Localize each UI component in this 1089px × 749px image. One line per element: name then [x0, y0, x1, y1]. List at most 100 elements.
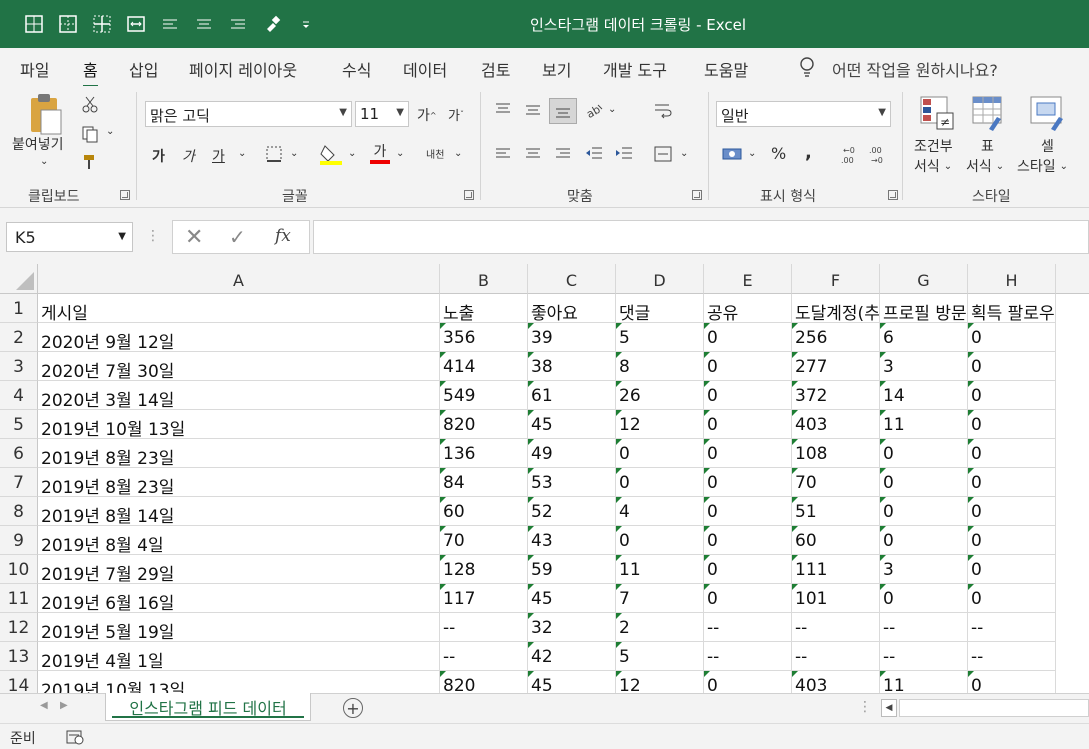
table-cell[interactable]: 2020년 7월 30일	[38, 352, 440, 381]
select-all-button[interactable]	[0, 264, 38, 294]
increase-indent-icon[interactable]	[613, 144, 635, 164]
table-cell[interactable]: 0	[968, 584, 1056, 613]
fill-color-icon[interactable]	[318, 142, 344, 166]
table-cell[interactable]: --	[880, 642, 968, 671]
comma-style-button[interactable]: ,	[805, 142, 812, 163]
copy-icon[interactable]	[80, 124, 100, 144]
table-cell[interactable]: 2	[616, 613, 704, 642]
chevron-down-icon[interactable]: ⌄	[238, 148, 246, 159]
table-cell[interactable]: 60	[792, 526, 880, 555]
table-cell[interactable]: 0	[704, 381, 792, 410]
table-cell[interactable]: 0	[616, 439, 704, 468]
table-cell[interactable]: 2019년 8월 14일	[38, 497, 440, 526]
border-icon[interactable]	[264, 144, 284, 164]
chevron-down-icon[interactable]: ⌄	[680, 148, 688, 159]
row-header[interactable]: 8	[0, 497, 38, 526]
conditional-formatting-label-1[interactable]: 조건부	[914, 136, 953, 156]
table-cell[interactable]: 49	[528, 439, 616, 468]
bottom-align-icon[interactable]	[549, 98, 577, 124]
middle-align-icon[interactable]	[523, 100, 543, 120]
table-cell[interactable]: --	[792, 613, 880, 642]
table-cell[interactable]: --	[440, 642, 528, 671]
align-center-icon[interactable]	[523, 144, 543, 164]
table-cell[interactable]: 12	[616, 410, 704, 439]
row-header[interactable]: 2	[0, 323, 38, 352]
table-cell[interactable]: 372	[792, 381, 880, 410]
table-cell[interactable]: 0	[968, 439, 1056, 468]
format-as-table-label-1[interactable]: 표	[981, 136, 994, 156]
table-cell[interactable]: 5	[616, 323, 704, 352]
tab-help[interactable]: 도움말	[704, 57, 748, 81]
formula-input[interactable]	[313, 220, 1089, 254]
table-cell[interactable]: 43	[528, 526, 616, 555]
table-cell[interactable]: 70	[440, 526, 528, 555]
table-cell[interactable]: 2019년 6월 16일	[38, 584, 440, 613]
column-header[interactable]: H	[968, 264, 1056, 294]
table-cell[interactable]: 111	[792, 555, 880, 584]
column-header[interactable]: C	[528, 264, 616, 294]
cell-styles-icon[interactable]	[1028, 94, 1068, 132]
tab-page-layout[interactable]: 페이지 레이아웃	[189, 57, 297, 81]
accounting-format-icon[interactable]	[720, 144, 744, 164]
table-cell[interactable]: 0	[704, 323, 792, 352]
row-header[interactable]: 5	[0, 410, 38, 439]
table-cell[interactable]: 0	[704, 352, 792, 381]
header-cell[interactable]: 노출	[440, 294, 528, 323]
align-left-icon[interactable]	[493, 144, 513, 164]
increase-decimal-icon[interactable]: ←0.00	[838, 144, 862, 166]
table-cell[interactable]: 403	[792, 410, 880, 439]
italic-button[interactable]: 가	[182, 146, 195, 166]
row-header[interactable]: 11	[0, 584, 38, 613]
table-cell[interactable]: 128	[440, 555, 528, 584]
row-header[interactable]: 6	[0, 439, 38, 468]
insert-function-icon[interactable]: fx	[275, 226, 291, 246]
font-color-button[interactable]: 가	[368, 142, 392, 166]
table-cell[interactable]: 11	[880, 671, 968, 693]
align-right-icon[interactable]	[226, 12, 250, 36]
chevron-down-icon[interactable]: ⌄	[608, 104, 616, 115]
table-cell[interactable]: 5	[616, 642, 704, 671]
table-cell[interactable]: --	[968, 642, 1056, 671]
clipboard-launcher-icon[interactable]	[120, 190, 130, 200]
tab-formulas[interactable]: 수식	[342, 57, 371, 81]
merge-center-icon[interactable]	[652, 144, 674, 164]
name-box[interactable]: K5 ▼	[6, 222, 133, 252]
table-cell[interactable]: 2020년 3월 14일	[38, 381, 440, 410]
table-cell[interactable]: 0	[968, 352, 1056, 381]
accessibility-icon[interactable]	[65, 728, 85, 746]
format-painter-icon[interactable]	[260, 12, 284, 36]
table-cell[interactable]: 0	[968, 381, 1056, 410]
scroll-left-icon[interactable]: ◀	[40, 700, 48, 711]
table-cell[interactable]: 26	[616, 381, 704, 410]
borders-inside-icon[interactable]	[90, 12, 114, 36]
table-cell[interactable]: 549	[440, 381, 528, 410]
chevron-down-icon[interactable]: ⌄	[454, 148, 462, 159]
column-header-overflow[interactable]	[1056, 264, 1089, 294]
table-cell[interactable]: 0	[968, 555, 1056, 584]
table-cell[interactable]: 3	[880, 555, 968, 584]
table-cell[interactable]: 403	[792, 671, 880, 693]
table-cell[interactable]: 0	[968, 526, 1056, 555]
conditional-formatting-label-2[interactable]: 서식 ⌄	[914, 156, 952, 176]
percent-style-button[interactable]: %	[771, 144, 786, 163]
paste-label[interactable]: 붙여넣기	[12, 134, 64, 154]
customize-qat-icon[interactable]	[294, 12, 318, 36]
table-cell[interactable]: 0	[880, 439, 968, 468]
row-header[interactable]: 7	[0, 468, 38, 497]
alignment-launcher-icon[interactable]	[692, 190, 702, 200]
table-cell[interactable]: 2019년 5월 19일	[38, 613, 440, 642]
merge-center-icon[interactable]	[124, 12, 148, 36]
table-cell[interactable]: --	[880, 613, 968, 642]
table-cell[interactable]: 277	[792, 352, 880, 381]
table-cell[interactable]: --	[440, 613, 528, 642]
table-cell[interactable]: 820	[440, 671, 528, 693]
shrink-font-button[interactable]: 가ˇ	[448, 105, 464, 124]
column-header[interactable]: B	[440, 264, 528, 294]
table-cell[interactable]: 2019년 10월 13일	[38, 410, 440, 439]
table-cell[interactable]: 32	[528, 613, 616, 642]
chevron-down-icon[interactable]: ⌄	[290, 148, 298, 159]
table-cell[interactable]: 0	[704, 555, 792, 584]
tab-developer[interactable]: 개발 도구	[603, 57, 667, 81]
header-cell[interactable]: 공유	[704, 294, 792, 323]
cut-icon[interactable]	[80, 94, 100, 114]
